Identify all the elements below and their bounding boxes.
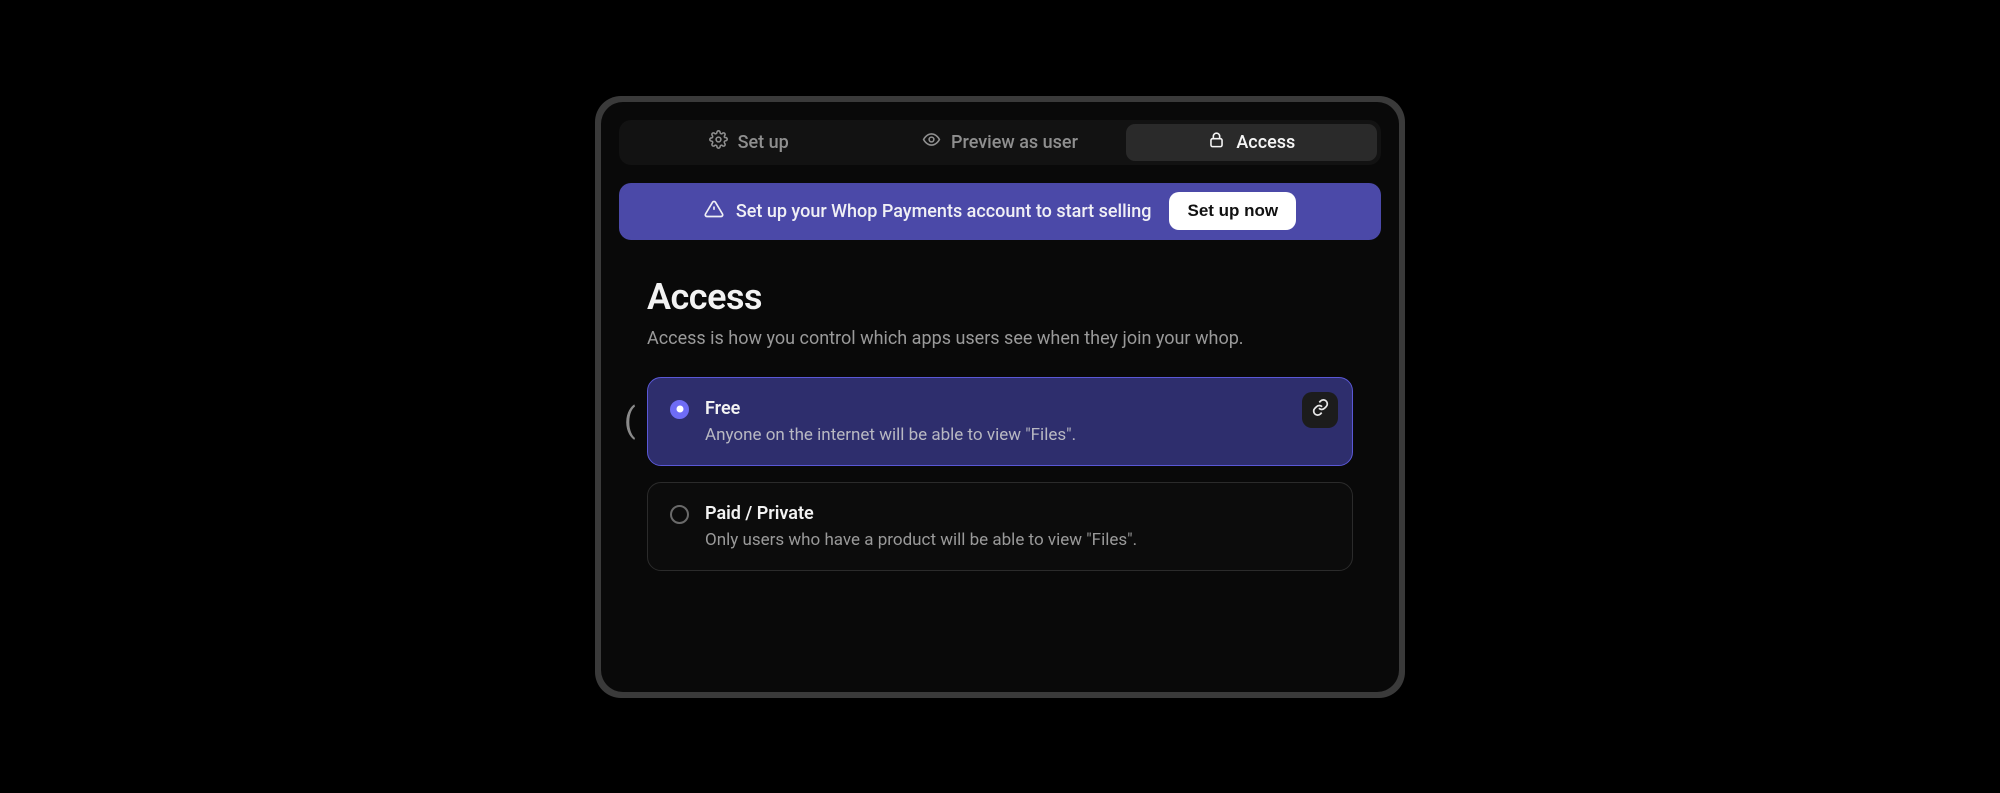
tab-label: Set up bbox=[738, 132, 789, 153]
payments-setup-banner: Set up your Whop Payments account to sta… bbox=[619, 183, 1381, 240]
link-icon bbox=[1311, 398, 1330, 421]
tab-access[interactable]: Access bbox=[1126, 124, 1377, 161]
gear-icon bbox=[709, 130, 728, 154]
option-desc: Only users who have a product will be ab… bbox=[705, 530, 1330, 550]
radio-free[interactable] bbox=[670, 400, 689, 419]
page-subtitle: Access is how you control which apps use… bbox=[647, 328, 1353, 349]
option-title: Paid / Private bbox=[705, 503, 1330, 524]
tabs-bar: Set up Preview as user bbox=[619, 120, 1381, 165]
access-options: ( Free Anyone on the internet will be ab… bbox=[619, 377, 1381, 571]
access-option-free[interactable]: ( Free Anyone on the internet will be ab… bbox=[647, 377, 1353, 466]
page-title: Access bbox=[647, 276, 1353, 318]
banner-message: Set up your Whop Payments account to sta… bbox=[736, 201, 1152, 222]
tab-set-up[interactable]: Set up bbox=[623, 124, 874, 161]
edge-glyph: ( bbox=[624, 401, 630, 441]
tab-label: Preview as user bbox=[951, 132, 1078, 153]
eye-icon bbox=[922, 130, 941, 154]
access-option-paid-private[interactable]: Paid / Private Only users who have a pro… bbox=[647, 482, 1353, 571]
section-header: Access Access is how you control which a… bbox=[619, 276, 1381, 349]
option-title: Free bbox=[705, 398, 1330, 419]
tab-label: Access bbox=[1236, 132, 1295, 153]
lock-icon bbox=[1207, 130, 1226, 154]
set-up-now-button[interactable]: Set up now bbox=[1169, 192, 1296, 230]
option-desc: Anyone on the internet will be able to v… bbox=[705, 425, 1330, 445]
copy-link-button[interactable] bbox=[1302, 392, 1338, 428]
modal-content: Set up Preview as user bbox=[601, 102, 1399, 692]
tab-preview-as-user[interactable]: Preview as user bbox=[874, 124, 1125, 161]
modal-frame: Set up Preview as user bbox=[595, 96, 1405, 698]
warning-icon bbox=[704, 199, 724, 224]
radio-paid-private[interactable] bbox=[670, 505, 689, 524]
